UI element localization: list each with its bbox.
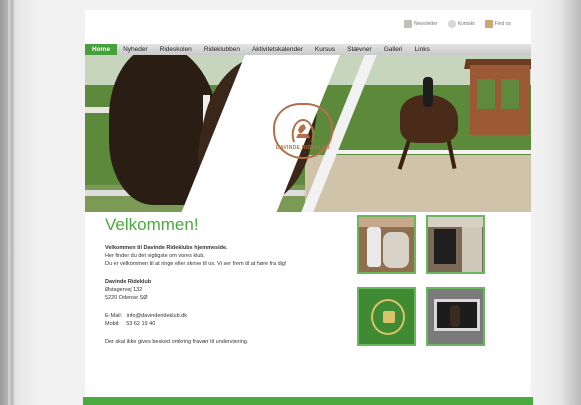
hero-banner: DAVINDE RIDEKLUB	[85, 55, 531, 212]
tab-rideklubben[interactable]: Rideklubben	[198, 44, 246, 55]
page-title: Velkommen!	[105, 215, 199, 234]
intro-block: Velkommen til Davinde Rideklubs hjemmesi…	[105, 244, 365, 268]
address-block: Davinde Rideklub Østagervej 132 5220 Ode…	[105, 278, 365, 302]
thumb-stall-horse	[450, 305, 460, 327]
newsletter-icon	[404, 20, 412, 28]
thumb-horse	[383, 232, 409, 268]
banner-hut-window	[477, 79, 495, 109]
email-line: E-Mail: info@davinderideklub.dk	[105, 312, 365, 320]
find-us-label: Find os	[494, 21, 511, 27]
welcome-content: Velkommen! Velkommen til Davinde Rideklu…	[105, 215, 365, 346]
contact-block: E-Mail: info@davinderideklub.dk Mobil: 5…	[105, 312, 365, 328]
gallery-thumb-stable-door[interactable]	[426, 215, 485, 274]
contact-label: Kontakt	[457, 21, 475, 27]
find-us-link[interactable]: Find os	[484, 20, 511, 28]
photo-gallery	[357, 215, 507, 357]
tab-rideskolen[interactable]: Rideskolen	[154, 44, 198, 55]
map-icon	[484, 20, 493, 28]
address-city: 5220 Odense SØ	[105, 295, 148, 301]
tab-nyheder[interactable]: Nyheder	[117, 44, 154, 55]
thumb-ceiling	[428, 217, 483, 227]
thumb-rider	[383, 311, 395, 323]
tab-aktivitetskalender[interactable]: Aktivitetskalender	[246, 44, 309, 55]
contact-link[interactable]: Kontakt	[447, 20, 475, 28]
address-name: Davinde Rideklub	[105, 279, 152, 285]
main-nav: Home Nyheder Rideskolen Rideklubben Akti…	[85, 44, 531, 55]
intro-line: Du er velkommen til at ringe eller skriv…	[105, 261, 287, 267]
browser-left-edge	[0, 0, 14, 405]
thumb-doorway	[434, 229, 456, 264]
newsletter-label: Newsletter	[414, 21, 438, 27]
club-logo-text: DAVINDE RIDEKLUB	[275, 145, 331, 151]
phone-value: 53 62 19 40	[126, 321, 156, 327]
banner-dressage-rider	[423, 77, 433, 107]
banner-arena-rail	[335, 150, 531, 154]
tab-links[interactable]: Links	[409, 44, 436, 55]
tab-galleri[interactable]: Galleri	[378, 44, 409, 55]
email-label: E-Mail:	[105, 313, 123, 319]
newsletter-link[interactable]: Newsletter	[404, 20, 438, 28]
gallery-thumb-stable-horse[interactable]	[357, 215, 416, 274]
phone-label: Mobil:	[105, 321, 120, 327]
tab-kursus[interactable]: Kursus	[309, 44, 341, 55]
gallery-thumb-stall[interactable]	[426, 287, 485, 346]
banner-arena-sand	[305, 155, 531, 212]
absence-notice: Der skal ikke gives besked omkring fravæ…	[105, 339, 249, 345]
intro-bold: Velkommen til Davinde Rideklubs hjemmesi…	[105, 245, 228, 251]
footer-bar	[83, 397, 533, 405]
gallery-thumb-logo[interactable]	[357, 287, 416, 346]
phone-line: Mobil: 53 62 19 40	[105, 320, 365, 328]
utility-links: Newsletter Kontakt Find os	[404, 20, 511, 28]
contact-icon	[447, 20, 456, 28]
tab-staevner[interactable]: Stævner	[341, 44, 378, 55]
intro-line: Her finder du det vigtigste om vores klu…	[105, 253, 205, 259]
address-street: Østagervej 132	[105, 287, 143, 293]
thumb-wall	[462, 227, 482, 272]
email-link[interactable]: info@davinderideklub.dk	[127, 313, 187, 319]
thumb-ceiling	[359, 217, 414, 227]
tab-home[interactable]: Home	[85, 44, 118, 55]
horseshoe-rider-icon	[291, 118, 315, 143]
page-container: Newsletter Kontakt Find os Home Nyheder …	[85, 10, 531, 397]
banner-hut-window	[501, 79, 519, 109]
thumb-person	[367, 227, 381, 267]
